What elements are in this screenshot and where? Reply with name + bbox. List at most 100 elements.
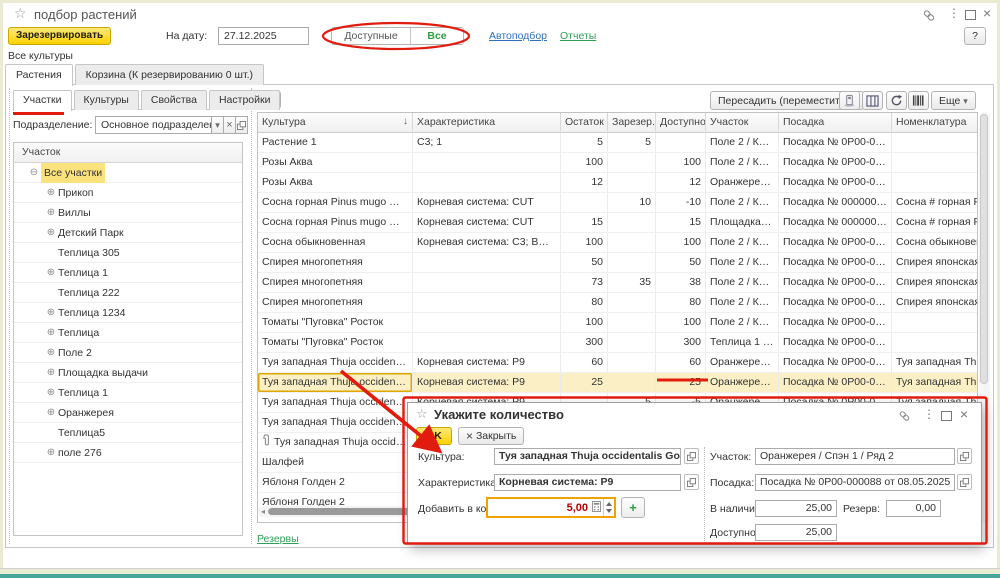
column-header-characteristic[interactable]: Характеристика	[413, 113, 561, 131]
add-to-cart-button[interactable]: +	[621, 497, 645, 518]
dropdown-arrow-icon[interactable]: ▾	[212, 116, 224, 134]
tree-item[interactable]: ⊕Поле 2	[14, 343, 242, 363]
grid-row[interactable]: Спирея многопетняя8080Поле 2 / Кар...Пос…	[258, 293, 977, 313]
open-link-icon[interactable]	[957, 474, 972, 490]
tree-item[interactable]: ⊕Виллы	[14, 203, 242, 223]
more-button[interactable]: Еще ▾	[931, 91, 976, 110]
barcode-icon[interactable]	[908, 91, 929, 110]
grid-row[interactable]: Розы Аква100100Поле 2 / Кар...Посадка № …	[258, 153, 977, 173]
grid-row[interactable]: Туя западная Thuja occidentalis Gold...К…	[258, 353, 977, 373]
open-link-icon[interactable]	[684, 448, 699, 464]
step-up-icon[interactable]	[606, 502, 612, 506]
tab-plots[interactable]: Участки	[13, 90, 72, 111]
menu-dots-icon[interactable]: ⋮	[948, 6, 960, 20]
date-input[interactable]	[218, 27, 309, 45]
tree-expander-icon[interactable]: ⊕	[44, 344, 58, 362]
column-header-culture[interactable]: Культура↓	[258, 113, 413, 131]
grid-row[interactable]: Туя западная Thuja occidentalis Gold...К…	[258, 373, 977, 393]
grid-row[interactable]: Томаты "Пуговка" Росток300300Теплица 1 /…	[258, 333, 977, 353]
grid-row[interactable]: Розы Аква1212Оранжерея ...Посадка № 0Р00…	[258, 173, 977, 193]
maximize-icon[interactable]	[965, 10, 976, 20]
grid-row[interactable]: Сосна обыкновеннаяКорневая система: C3; …	[258, 233, 977, 253]
department-combo[interactable]: Основное подразделение	[95, 116, 212, 134]
columns-icon[interactable]	[862, 91, 883, 110]
tree-expander-icon[interactable]: ⊕	[44, 224, 58, 242]
tree-expander-icon[interactable]: ⊕	[44, 364, 58, 382]
grid-row[interactable]: Сосна горная Pinus mugo MughusКорневая с…	[258, 213, 977, 233]
tree-item[interactable]: ⊕поле 276	[14, 443, 242, 463]
column-header-reserved[interactable]: Зарезер...	[608, 113, 656, 131]
grid-row[interactable]: Растение 1C3; 155Поле 2 / Кар...Посадка …	[258, 133, 977, 153]
get-link-icon[interactable]	[898, 410, 911, 425]
tree-expander-icon[interactable]: ⊕	[44, 184, 58, 202]
data-terminal-icon[interactable]	[839, 91, 860, 110]
toggle-available[interactable]: Доступные	[332, 28, 410, 44]
tree-expander-icon[interactable]: ⊕	[44, 264, 58, 282]
tree-expander-icon[interactable]: ⊕	[44, 304, 58, 322]
scroll-left-icon[interactable]: ◂	[258, 507, 268, 516]
autoselect-link[interactable]: Автоподбор	[489, 30, 547, 42]
tree-item[interactable]: ⊕Теплица	[14, 323, 242, 343]
tree-item[interactable]: ⊖Все участки	[14, 163, 242, 183]
column-header-available[interactable]: Доступно	[656, 113, 706, 131]
plot-field[interactable]: Оранжерея / Спэн 1 / Ряд 2	[755, 448, 955, 465]
tab-cultures[interactable]: Культуры	[74, 90, 139, 110]
availability-toggle[interactable]: Доступные Все	[331, 27, 464, 45]
tree-expander-icon[interactable]: ⊕	[44, 444, 58, 462]
calculator-icon[interactable]	[590, 501, 603, 515]
grid-row[interactable]: Спирея многопетняя5050Поле 2 / Кар...Пос…	[258, 253, 977, 273]
tree-item[interactable]: ⊕Теплица 1234	[14, 303, 242, 323]
column-header-nomenclature[interactable]: Номенклатура	[892, 113, 978, 131]
tree-item[interactable]: ⊕Прикоп	[14, 183, 242, 203]
favorite-star-icon[interactable]: ☆	[416, 407, 428, 421]
close-icon[interactable]: ×	[983, 5, 991, 21]
grid-row[interactable]: Сосна горная Pinus mugo MughusКорневая с…	[258, 193, 977, 213]
menu-dots-icon[interactable]: ⋮	[923, 407, 935, 421]
quantity-input[interactable]: 5,00	[486, 497, 616, 518]
close-icon[interactable]: ×	[960, 406, 968, 422]
maximize-icon[interactable]	[941, 411, 952, 421]
characteristic-field[interactable]: Корневая система: P9	[494, 474, 681, 491]
reports-link[interactable]: Отчеты	[560, 30, 596, 42]
quantity-stepper[interactable]	[603, 499, 614, 516]
clear-icon[interactable]: ×	[224, 116, 236, 134]
tree-item[interactable]: ⊕Площадка выдачи	[14, 363, 242, 383]
tab-properties[interactable]: Свойства	[141, 90, 207, 110]
tree-expander-icon[interactable]: ⊕	[44, 204, 58, 222]
column-header-planting[interactable]: Посадка	[779, 113, 892, 131]
tree-expander-icon[interactable]: ⊕	[44, 404, 58, 422]
tab-settings[interactable]: Настройки	[209, 90, 281, 110]
column-header-stock[interactable]: Остаток	[561, 113, 608, 131]
grid-row[interactable]: Томаты "Пуговка" Росток100100Поле 2 / Ка…	[258, 313, 977, 333]
tab-cart[interactable]: Корзина (К резервированию 0 шт.)	[75, 64, 264, 85]
tree-item[interactable]: ⊕Теплица 1	[14, 383, 242, 403]
ok-button[interactable]: OK	[416, 427, 452, 445]
tree-item[interactable]: ⊕Детский Парк	[14, 223, 242, 243]
close-button[interactable]: × Закрыть	[458, 427, 524, 445]
tree-expander-icon[interactable]: ⊖	[27, 164, 41, 182]
get-link-icon[interactable]	[922, 9, 936, 25]
step-down-icon[interactable]	[606, 509, 612, 513]
tree-item[interactable]: ⊕Теплица 1	[14, 263, 242, 283]
open-link-icon[interactable]	[684, 474, 699, 490]
reserves-link[interactable]: Резервы	[257, 533, 299, 545]
open-link-icon[interactable]	[236, 116, 248, 134]
tree-expander-icon[interactable]: ⊕	[44, 384, 58, 402]
help-button[interactable]: ?	[964, 27, 986, 45]
tree-column-header[interactable]: Участок	[14, 143, 242, 163]
reserve-button[interactable]: Зарезервировать	[8, 27, 111, 45]
tree-item[interactable]: Теплица 222	[14, 283, 242, 303]
culture-field[interactable]: Туя западная Thuja occidentalis Golden B	[494, 448, 681, 465]
column-header-plot[interactable]: Участок	[706, 113, 779, 131]
toggle-all[interactable]: Все	[410, 28, 463, 44]
tree-item[interactable]: Теплица5	[14, 423, 242, 443]
tree-item[interactable]: Теплица 305	[14, 243, 242, 263]
planting-field[interactable]: Посадка № 0Р00-000088 от 08.05.2025	[755, 474, 955, 491]
favorite-star-icon[interactable]: ☆	[14, 6, 27, 20]
tab-plants[interactable]: Растения	[5, 64, 73, 86]
scrollbar-thumb[interactable]	[980, 114, 988, 384]
panel-splitter[interactable]	[251, 88, 252, 544]
grid-row[interactable]: Спирея многопетняя733538Поле 2 / Кар...П…	[258, 273, 977, 293]
tree-expander-icon[interactable]: ⊕	[44, 324, 58, 342]
tree-item[interactable]: ⊕Оранжерея	[14, 403, 242, 423]
